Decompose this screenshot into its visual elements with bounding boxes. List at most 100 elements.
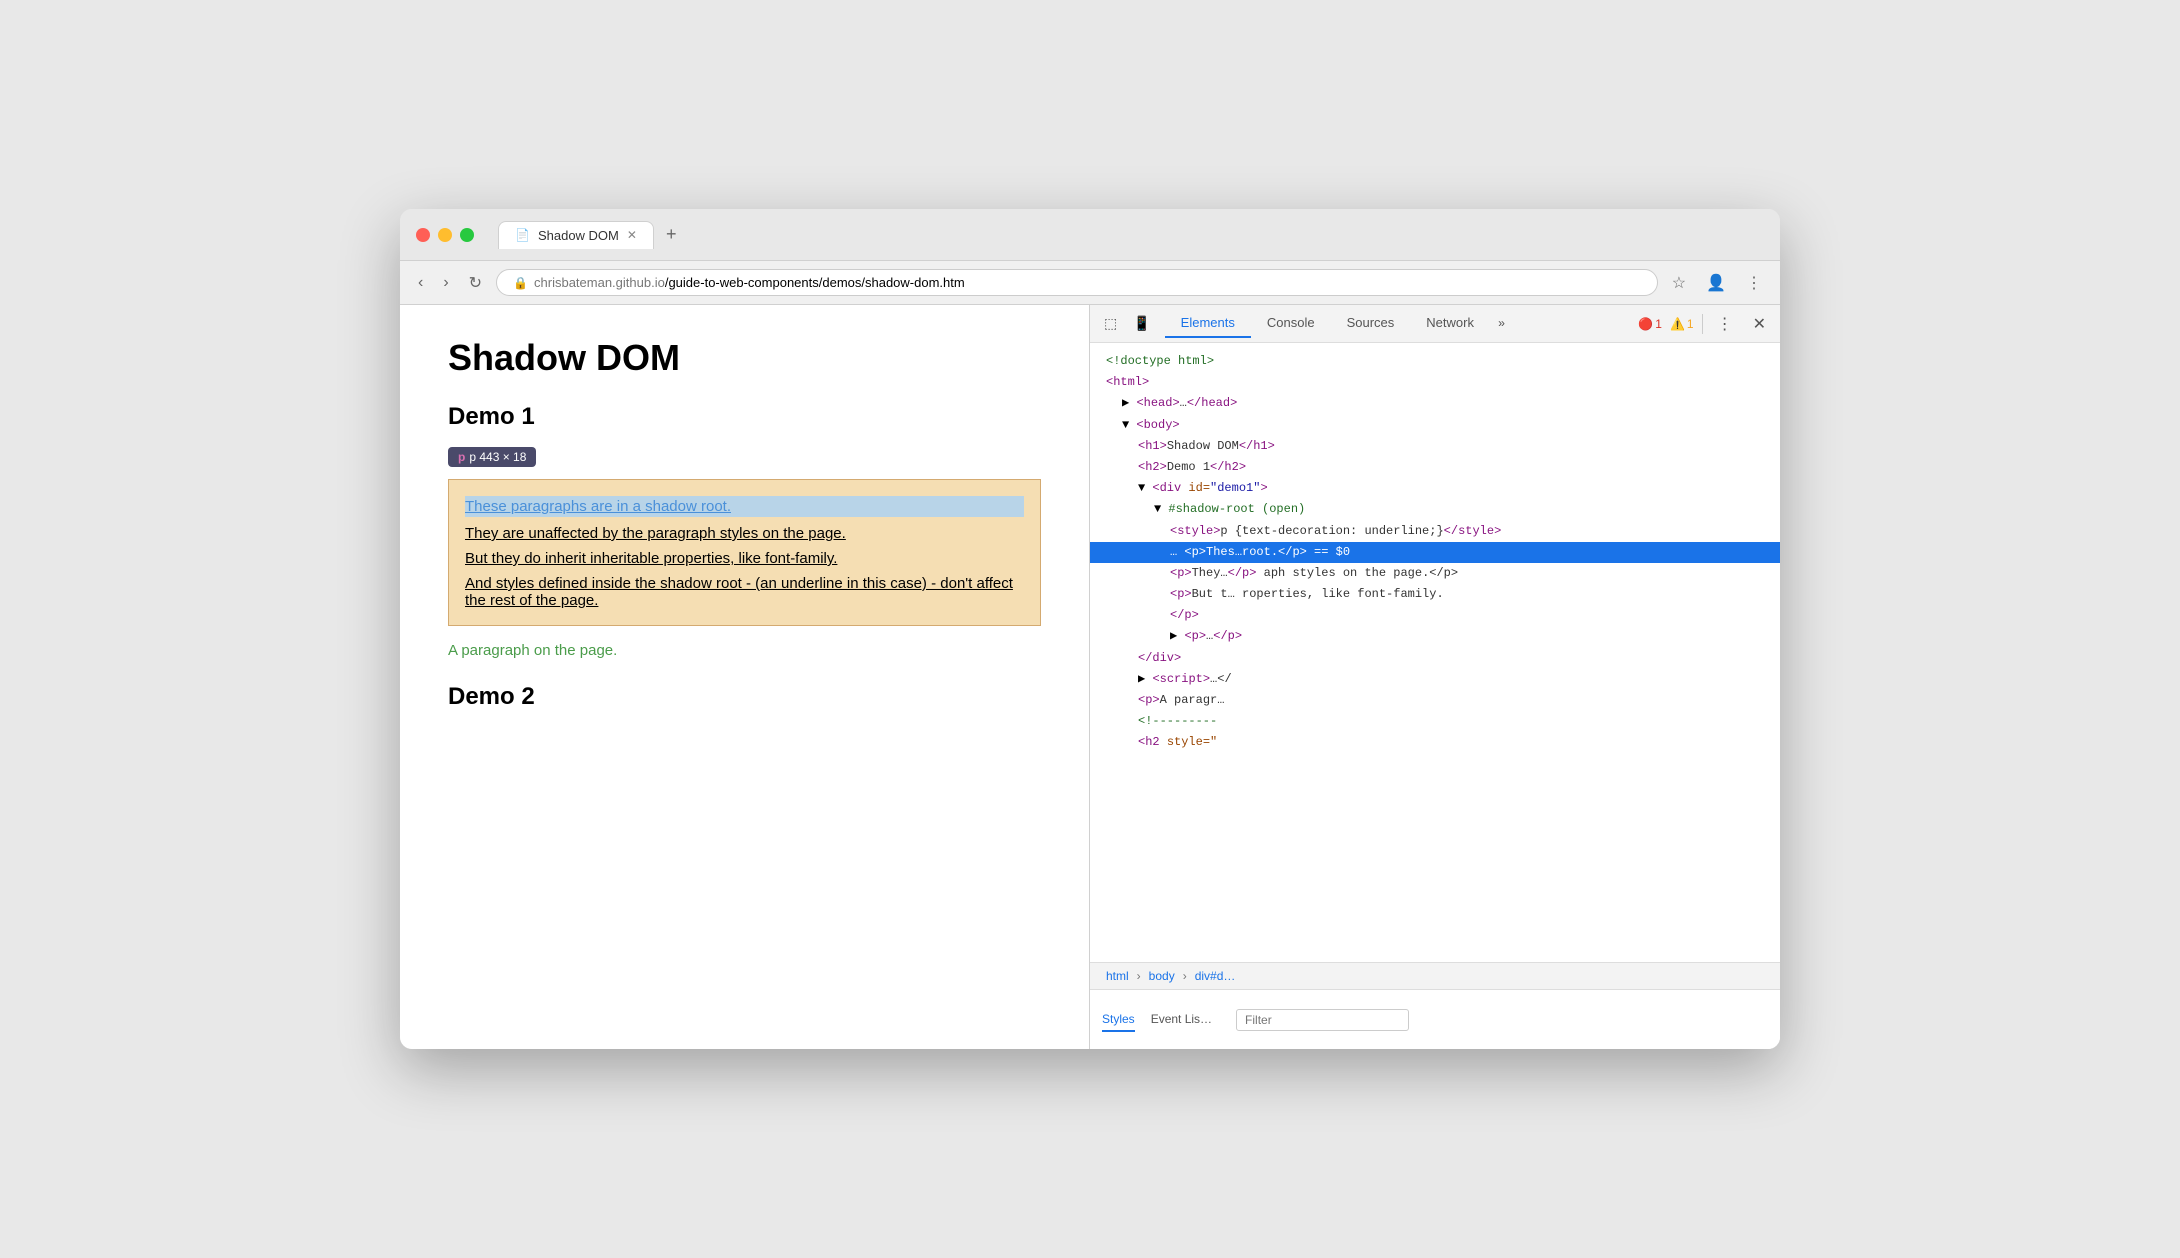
shadow-para-4: And styles defined inside the shadow roo…: [465, 575, 1024, 609]
dom-line-close-p[interactable]: </p>: [1090, 605, 1780, 626]
h1-close: </h1>: [1239, 439, 1275, 453]
p-page-text: A paragr…: [1160, 693, 1225, 707]
eq-marker: == $0: [1307, 545, 1350, 559]
minimize-button[interactable]: [438, 228, 452, 242]
devtools-toolbar: ⬚ 📱 Elements Console Sources Network » 🔴…: [1090, 305, 1780, 343]
tab-sources[interactable]: Sources: [1331, 309, 1411, 338]
error-badge: 🔴 1: [1638, 317, 1662, 331]
tab-network[interactable]: Network: [1410, 309, 1490, 338]
p-text: Thes…: [1206, 545, 1242, 559]
p2-close: </p>: [1228, 566, 1257, 580]
dom-line-h2-style[interactable]: <h2 style=": [1090, 732, 1780, 753]
p-coll-arrow: ▶: [1170, 629, 1184, 643]
h2-tag: <h2>: [1138, 460, 1167, 474]
p3-extra: roperties, like font-family.: [1235, 587, 1444, 601]
url-bar[interactable]: 🔒 chrisbateman.github.io/guide-to-web-co…: [496, 269, 1658, 296]
style-content: p {text-decoration: underline;}: [1220, 524, 1443, 538]
h2-style-attr: style=": [1167, 735, 1217, 749]
div-attr-id: id=: [1188, 481, 1210, 495]
dom-line-style[interactable]: <style>p {text-decoration: underline;}</…: [1090, 521, 1780, 542]
dom-line-script[interactable]: ▶ <script>…</: [1090, 669, 1780, 690]
dom-line-p3[interactable]: <p>But t… roperties, like font-family.: [1090, 584, 1780, 605]
devtools-error-count: 🔴 1 ⚠️ 1 ⋮ ✕: [1638, 310, 1772, 338]
inspect-element-button[interactable]: ⬚: [1098, 311, 1123, 336]
head-tag: <head>: [1136, 396, 1179, 410]
browser-tab[interactable]: 📄 Shadow DOM ✕: [498, 221, 654, 249]
url-text: chrisbateman.github.io/guide-to-web-comp…: [534, 275, 965, 290]
styles-filter-input[interactable]: [1236, 1009, 1409, 1031]
shadow-para-1: These paragraphs are in a shadow root.: [465, 496, 1024, 517]
breadcrumb-bar: html › body › div#d…: [1090, 962, 1780, 989]
lock-icon: 🔒: [513, 276, 528, 290]
tab-icon: 📄: [515, 228, 530, 242]
dom-line-p2[interactable]: <p>They…</p> aph styles on the page.</p>: [1090, 563, 1780, 584]
div-tag: <div: [1152, 481, 1188, 495]
reload-button[interactable]: ↻: [463, 269, 488, 297]
p-close: root.</p>: [1242, 545, 1307, 559]
devtools-settings-button[interactable]: ⋮: [1711, 310, 1739, 338]
content-area: Shadow DOM Demo 1 p p 443 × 18 These par…: [400, 305, 1780, 1049]
h1-text: Shadow DOM: [1167, 439, 1239, 453]
tooltip-tag: p: [458, 450, 465, 464]
p-page-tag: <p>: [1138, 693, 1160, 707]
p3-text: But t…: [1192, 587, 1235, 601]
event-listeners-tab[interactable]: Event Lis…: [1151, 1008, 1212, 1032]
shadow-para-2: They are unaffected by the paragraph sty…: [465, 525, 1024, 542]
devtools-close-button[interactable]: ✕: [1747, 310, 1772, 338]
bc-sep2: ›: [1183, 969, 1187, 983]
device-toolbar-button[interactable]: 📱: [1127, 311, 1156, 336]
h2-text: Demo 1: [1167, 460, 1210, 474]
bookmark-button[interactable]: ☆: [1666, 269, 1692, 297]
warning-count: 1: [1687, 317, 1694, 331]
tab-close-button[interactable]: ✕: [627, 228, 637, 242]
tab-title: Shadow DOM: [538, 228, 619, 243]
h2-close: </h2>: [1210, 460, 1246, 474]
tooltip-dimensions: p 443 × 18: [469, 450, 526, 464]
dom-line-shadow-root[interactable]: ▼ #shadow-root (open): [1090, 499, 1780, 520]
more-options-button[interactable]: ⋮: [1740, 269, 1768, 297]
page-content: Shadow DOM Demo 1 p p 443 × 18 These par…: [400, 305, 1090, 1049]
script-arrow: ▶: [1138, 672, 1152, 686]
div-attr-val: "demo1": [1210, 481, 1260, 495]
dom-line-div-demo1[interactable]: ▼ <div id="demo1">: [1090, 478, 1780, 499]
close-p-tag: </p>: [1170, 608, 1199, 622]
p-coll-close: </p>: [1213, 629, 1242, 643]
style-close: </style>: [1444, 524, 1502, 538]
style-tag: <style>: [1170, 524, 1220, 538]
head-ellipsis: …: [1180, 396, 1187, 410]
more-tabs-button[interactable]: »: [1490, 313, 1513, 335]
shadow-para-3: But they do inherit inheritable properti…: [465, 550, 1024, 567]
bc-div[interactable]: div#d…: [1191, 967, 1240, 985]
new-tab-button[interactable]: +: [658, 220, 685, 249]
p2-tag: <p>: [1170, 566, 1192, 580]
dom-line-p-selected[interactable]: … <p>Thes…root.</p> == $0: [1090, 542, 1780, 563]
warning-icon: ⚠️: [1670, 317, 1685, 331]
error-count: 1: [1655, 317, 1662, 331]
dom-line-h1[interactable]: <h1>Shadow DOM</h1>: [1090, 436, 1780, 457]
forward-button[interactable]: ›: [437, 270, 454, 296]
close-button[interactable]: [416, 228, 430, 242]
dom-line-p-collapsed[interactable]: ▶ <p>…</p>: [1090, 626, 1780, 647]
dom-line-close-div[interactable]: </div>: [1090, 648, 1780, 669]
dom-line-doctype[interactable]: <!doctype html>: [1090, 351, 1780, 372]
dom-line-html[interactable]: <html>: [1090, 372, 1780, 393]
p-coll-tag: <p>: [1184, 629, 1206, 643]
bc-sep1: ›: [1137, 969, 1141, 983]
dom-line-p-page[interactable]: <p>A paragr…: [1090, 690, 1780, 711]
dom-line-body[interactable]: ▼ <body>: [1090, 415, 1780, 436]
bc-html[interactable]: html: [1102, 967, 1133, 985]
warning-badge: ⚠️ 1: [1670, 317, 1694, 331]
back-button[interactable]: ‹: [412, 270, 429, 296]
dom-line-comment[interactable]: <!---------: [1090, 711, 1780, 732]
maximize-button[interactable]: [460, 228, 474, 242]
comment-text: <!---------: [1138, 714, 1217, 728]
bc-body[interactable]: body: [1145, 967, 1179, 985]
dom-line-h2[interactable]: <h2>Demo 1</h2>: [1090, 457, 1780, 478]
tab-elements[interactable]: Elements: [1165, 309, 1251, 338]
head-close: </head>: [1187, 396, 1237, 410]
tab-bar: 📄 Shadow DOM ✕ +: [498, 220, 684, 249]
tab-console[interactable]: Console: [1251, 309, 1331, 338]
dom-line-head[interactable]: ▶ <head>…</head>: [1090, 393, 1780, 414]
profile-button[interactable]: 👤: [1700, 269, 1732, 297]
styles-tab[interactable]: Styles: [1102, 1008, 1135, 1032]
